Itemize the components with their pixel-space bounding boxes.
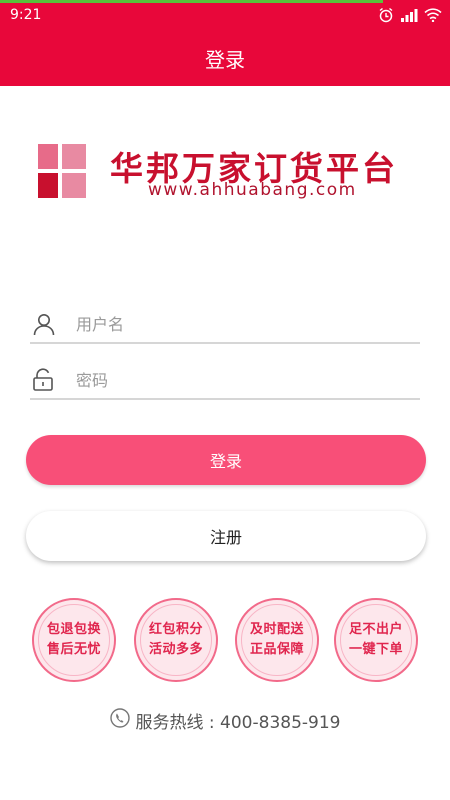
password-field <box>30 360 420 400</box>
status-progress-line <box>0 0 383 3</box>
badge-line2: 正品保障 <box>249 642 304 657</box>
hotline-text: 服务热线 : 400-8385-919 <box>135 713 341 733</box>
brand-logo: 华邦万家订货平台 www.ahhuabang.com <box>38 142 418 202</box>
badge-delivery: 及时配送 正品保障 <box>235 598 319 682</box>
lock-icon <box>32 368 54 396</box>
badge-one-click: 足不出户 一键下单 <box>334 598 418 682</box>
badge-line1: 包退包换 <box>46 622 101 637</box>
badge-line1: 及时配送 <box>249 622 304 637</box>
badge-line2: 售后无忧 <box>46 642 101 657</box>
status-time: 9:21 <box>10 7 42 23</box>
username-field <box>30 304 420 344</box>
alarm-icon <box>378 7 394 23</box>
badge-line2: 一键下单 <box>348 642 403 657</box>
badge-line2: 活动多多 <box>148 642 203 657</box>
status-bar: 9:21 <box>0 0 450 30</box>
app-bar: 登录 <box>0 30 450 86</box>
badge-rewards: 红包积分 活动多多 <box>134 598 218 682</box>
password-input[interactable] <box>76 366 406 394</box>
phone-icon <box>109 708 130 733</box>
brand-logo-mark-icon <box>38 144 86 198</box>
user-icon <box>32 312 56 340</box>
login-button[interactable]: 登录 <box>26 435 426 485</box>
page-title: 登录 <box>205 47 245 72</box>
badge-line1: 足不出户 <box>348 622 403 637</box>
badge-returns: 包退包换 售后无忧 <box>32 598 116 682</box>
register-button-label: 注册 <box>209 528 242 547</box>
register-button[interactable]: 注册 <box>26 511 426 561</box>
login-button-label: 登录 <box>209 452 242 471</box>
brand-url: www.ahhuabang.com <box>148 180 357 200</box>
wifi-icon <box>424 8 442 22</box>
status-icons <box>378 7 442 23</box>
signal-icon <box>400 8 418 22</box>
username-input[interactable] <box>76 310 406 338</box>
badge-line1: 红包积分 <box>148 622 203 637</box>
service-hotline[interactable]: 服务热线 : 400-8385-919 <box>0 708 450 733</box>
service-badges: 包退包换 售后无忧 红包积分 活动多多 及时配送 正品保障 足不出户 一键下单 <box>32 598 420 682</box>
